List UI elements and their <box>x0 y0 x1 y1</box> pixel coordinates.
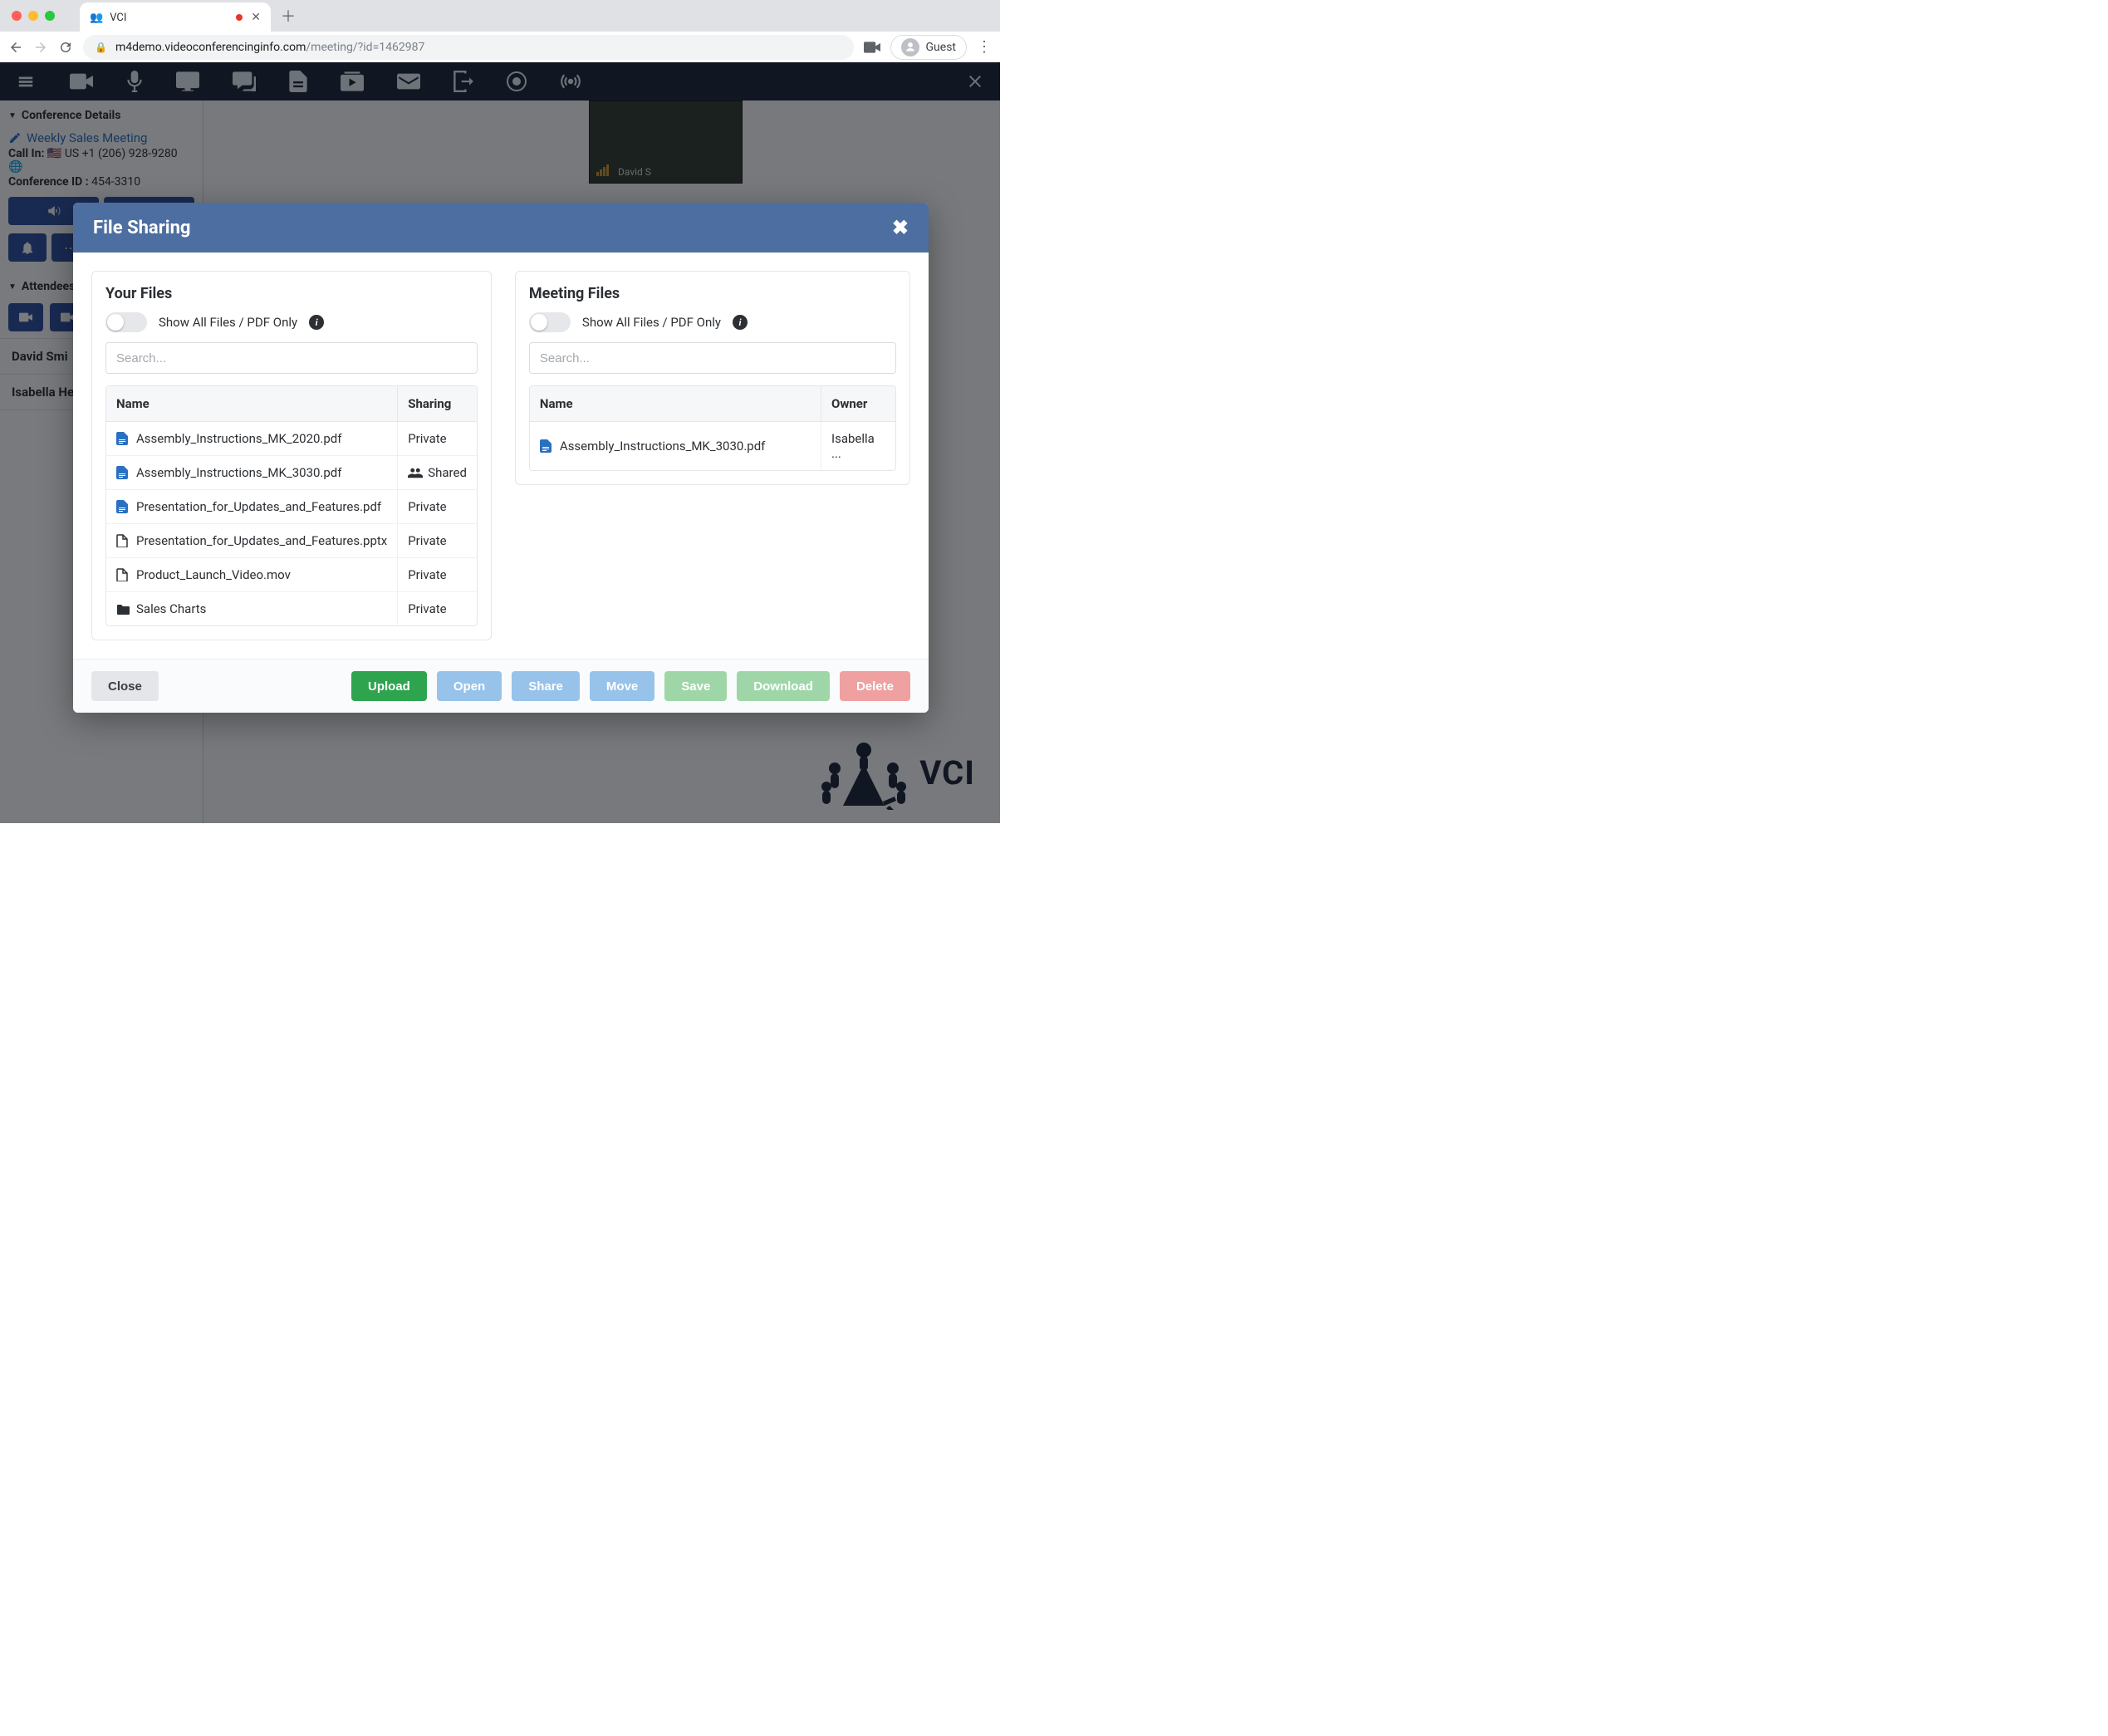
modal-header: File Sharing ✖ <box>73 203 929 253</box>
file-name: Presentation_for_Updates_and_Features.pd… <box>136 499 381 514</box>
camera-permission-icon[interactable] <box>864 42 880 53</box>
url-path: /meeting/?id=1462987 <box>306 41 424 54</box>
file-icon <box>116 568 128 581</box>
table-row[interactable]: Presentation_for_Updates_and_Features.pp… <box>106 524 477 558</box>
forward-button <box>33 40 48 55</box>
pdf-only-toggle[interactable] <box>105 312 147 332</box>
folder-icon <box>116 604 128 615</box>
col-name[interactable]: Name <box>106 386 397 422</box>
tab-close-icon[interactable]: ✕ <box>251 11 261 24</box>
close-button[interactable]: Close <box>91 671 159 701</box>
owner-cell: Isabella ... <box>821 422 895 470</box>
file-sharing-modal: File Sharing ✖ Your Files Show All Files… <box>73 203 929 713</box>
browser-navbar: 🔒 m4demo.videoconferencinginfo.com/meeti… <box>0 32 1000 62</box>
meeting-files-panel: Meeting Files Show All Files / PDF Only … <box>515 271 910 485</box>
table-row[interactable]: Sales Charts Private <box>106 592 477 625</box>
your-files-table: Name Sharing Assembly_Instructions_MK_20… <box>105 385 478 626</box>
open-button[interactable]: Open <box>437 671 502 701</box>
sharing-cell: Private <box>408 567 467 582</box>
browser-menu-button[interactable]: ⋮ <box>977 38 992 56</box>
lock-icon: 🔒 <box>95 42 107 53</box>
file-name: Product_Launch_Video.mov <box>136 567 291 582</box>
pdf-only-toggle[interactable] <box>529 312 571 332</box>
table-row[interactable]: Product_Launch_Video.mov Private <box>106 558 477 592</box>
meeting-files-search-input[interactable] <box>529 342 896 374</box>
info-icon[interactable]: i <box>733 315 748 330</box>
col-name[interactable]: Name <box>530 386 821 422</box>
table-row[interactable]: Assembly_Instructions_MK_3030.pdf Shared <box>106 456 477 490</box>
meeting-files-title: Meeting Files <box>529 285 896 302</box>
tab-bar: 👥 VCI ✕ ＋ <box>0 0 1000 32</box>
browser-tab[interactable]: 👥 VCI ✕ <box>80 2 271 32</box>
move-button[interactable]: Move <box>590 671 654 701</box>
download-button[interactable]: Download <box>737 671 830 701</box>
modal-close-button[interactable]: ✖ <box>892 216 909 239</box>
profile-button[interactable]: Guest <box>890 35 967 60</box>
maximize-window-icon[interactable] <box>45 11 55 21</box>
pdf-file-icon <box>116 432 128 445</box>
info-icon[interactable]: i <box>309 315 324 330</box>
file-name: Assembly_Instructions_MK_2020.pdf <box>136 431 341 446</box>
url-host: m4demo.videoconferencinginfo.com <box>115 41 306 54</box>
recording-indicator-icon <box>236 14 243 21</box>
file-icon <box>116 534 128 547</box>
toggle-label: Show All Files / PDF Only <box>582 315 721 330</box>
close-window-icon[interactable] <box>12 11 22 21</box>
reload-button[interactable] <box>58 40 73 55</box>
sharing-cell: Private <box>408 533 467 548</box>
shared-users-icon <box>408 468 423 478</box>
sharing-cell: Private <box>408 601 467 616</box>
table-row[interactable]: Assembly_Instructions_MK_2020.pdf Private <box>106 422 477 456</box>
minimize-window-icon[interactable] <box>28 11 38 21</box>
col-sharing[interactable]: Sharing <box>397 386 477 422</box>
your-files-title: Your Files <box>105 285 478 302</box>
file-name: Assembly_Instructions_MK_3030.pdf <box>560 439 765 454</box>
pdf-file-icon <box>116 500 128 513</box>
meeting-files-table: Name Owner Assembly_Instructions_MK_3030… <box>529 385 896 471</box>
sharing-cell: Shared <box>408 465 467 480</box>
table-row[interactable]: Assembly_Instructions_MK_3030.pdf Isabell… <box>530 422 895 470</box>
new-tab-button[interactable]: ＋ <box>281 5 296 27</box>
file-name: Sales Charts <box>136 601 206 616</box>
window-controls[interactable] <box>12 11 55 21</box>
avatar-icon <box>901 38 919 56</box>
pdf-file-icon <box>116 466 128 479</box>
save-button[interactable]: Save <box>664 671 727 701</box>
address-bar[interactable]: 🔒 m4demo.videoconferencinginfo.com/meeti… <box>83 35 854 60</box>
file-name: Assembly_Instructions_MK_3030.pdf <box>136 465 341 480</box>
profile-label: Guest <box>926 41 956 54</box>
file-name: Presentation_for_Updates_and_Features.pp… <box>136 533 387 548</box>
pdf-file-icon <box>540 439 552 453</box>
delete-button[interactable]: Delete <box>840 671 910 701</box>
upload-button[interactable]: Upload <box>351 671 427 701</box>
table-row[interactable]: Presentation_for_Updates_and_Features.pd… <box>106 490 477 524</box>
your-files-panel: Your Files Show All Files / PDF Only i N… <box>91 271 492 640</box>
share-button[interactable]: Share <box>512 671 580 701</box>
modal-title: File Sharing <box>93 218 191 238</box>
toggle-label: Show All Files / PDF Only <box>159 315 297 330</box>
modal-footer: Close Upload Open Share Move Save Downlo… <box>73 659 929 713</box>
tab-favicon-icon: 👥 <box>90 12 103 24</box>
tab-title: VCI <box>110 12 126 24</box>
your-files-search-input[interactable] <box>105 342 478 374</box>
sharing-cell: Private <box>408 431 467 446</box>
sharing-cell: Private <box>408 499 467 514</box>
back-button[interactable] <box>8 40 23 55</box>
browser-chrome: 👥 VCI ✕ ＋ 🔒 m4demo.videoconferencinginfo… <box>0 0 1000 62</box>
col-owner[interactable]: Owner <box>821 386 895 422</box>
